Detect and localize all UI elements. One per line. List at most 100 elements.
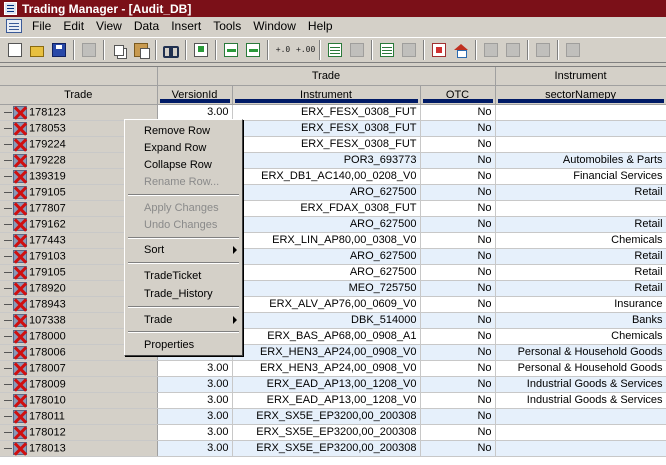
cell-instrument[interactable]: ARO_627500 — [232, 216, 421, 233]
cell-instrument[interactable]: ARO_627500 — [232, 184, 421, 201]
table-row[interactable]: 1780003.00ERX_BAS_AP68,00_0908_A1NoChemi… — [0, 328, 666, 345]
cell-instrument[interactable]: DBK_514000 — [232, 312, 421, 329]
cell-instrument[interactable]: ERX_FESX_0308_FUT — [232, 120, 421, 137]
export-button[interactable] — [190, 39, 212, 61]
cell-instrument[interactable]: POR3_693773 — [232, 152, 421, 169]
cell-instrument[interactable]: ARO_627500 — [232, 264, 421, 281]
cell-versionid[interactable]: 3.00 — [157, 440, 233, 457]
cell-sector[interactable]: Financial Services — [495, 168, 666, 185]
table-row[interactable]: 1791033.00ARO_627500NoRetail — [0, 248, 666, 265]
cell-otc[interactable]: No — [420, 216, 496, 233]
cell-otc[interactable]: No — [420, 200, 496, 217]
column-header-trade[interactable]: Trade — [0, 85, 158, 105]
cell-versionid[interactable]: 3.00 — [157, 104, 233, 121]
cell-sector[interactable] — [495, 136, 666, 153]
cell-instrument[interactable]: ERX_LIN_AP80,00_0308_V0 — [232, 232, 421, 249]
table-row[interactable]: 1789433.00ERX_ALV_AP76,00_0609_V0NoInsur… — [0, 296, 666, 313]
cell-versionid[interactable]: 3.00 — [157, 376, 233, 393]
table-row[interactable]: 178123 3.00 ERX_FESX_0308_FUT No — [0, 104, 666, 121]
menu-file[interactable]: File — [26, 17, 57, 35]
cell-otc[interactable]: No — [420, 120, 496, 137]
cell-otc[interactable]: No — [420, 280, 496, 297]
cell-sector[interactable] — [495, 104, 666, 121]
grid-remove-button[interactable] — [398, 39, 420, 61]
context-menu-collapse-row[interactable]: Collapse Row — [144, 157, 239, 173]
remove-decimal-button[interactable]: +.00 — [294, 39, 316, 61]
grid-button[interactable] — [324, 39, 346, 61]
find-button[interactable] — [160, 39, 182, 61]
table-row[interactable]: 1774433.00ERX_LIN_AP80,00_0308_V0NoChemi… — [0, 232, 666, 249]
cell-instrument[interactable]: ERX_FESX_0308_FUT — [232, 136, 421, 153]
disabled-tool-button[interactable] — [78, 39, 100, 61]
table-row[interactable]: 1791053.00ARO_627500NoRetail — [0, 264, 666, 281]
cell-instrument[interactable]: ERX_HEN3_AP24,00_0908_V0 — [232, 360, 421, 377]
copy-button[interactable] — [108, 39, 130, 61]
cell-sector[interactable]: Retail — [495, 216, 666, 233]
cell-instrument[interactable]: ERX_FESX_0308_FUT — [232, 104, 421, 121]
table-row[interactable]: 1778073.00ERX_FDAX_0308_FUTNo — [0, 200, 666, 217]
column-header-instrument[interactable]: Instrument — [232, 85, 421, 105]
cell-sector[interactable]: Retail — [495, 264, 666, 281]
cell-instrument[interactable]: ERX_FDAX_0308_FUT — [232, 200, 421, 217]
table-row[interactable]: 1780063.00ERX_HEN3_AP24,00_0908_V0NoPers… — [0, 344, 666, 361]
cell-sector[interactable]: Industrial Goods & Services — [495, 376, 666, 393]
cell-trade[interactable]: 178012 — [0, 424, 158, 441]
cell-trade[interactable]: 178007 — [0, 360, 158, 377]
cell-otc[interactable]: No — [420, 264, 496, 281]
disabled-tool-button[interactable] — [532, 39, 554, 61]
context-menu-properties[interactable]: Properties — [144, 337, 239, 353]
cell-otc[interactable]: No — [420, 376, 496, 393]
disabled-tool-button[interactable] — [562, 39, 584, 61]
cell-trade[interactable]: 178010 — [0, 392, 158, 409]
cell-sector[interactable] — [495, 440, 666, 457]
menu-help[interactable]: Help — [302, 17, 339, 35]
column-header-sector[interactable]: sectorNamepy — [495, 85, 666, 105]
cell-instrument[interactable]: MEO_725750 — [232, 280, 421, 297]
table-row[interactable]: 1791053.00ARO_627500NoRetail — [0, 184, 666, 201]
cell-otc[interactable]: No — [420, 168, 496, 185]
table-row[interactable]: 178013 3.00 ERX_SX5E_EP3200,00_200308 No — [0, 440, 666, 457]
cell-sector[interactable]: Retail — [495, 280, 666, 297]
cell-instrument[interactable]: ERX_BAS_AP68,00_0908_A1 — [232, 328, 421, 345]
context-menu-trade-ticket[interactable]: TradeTicket — [144, 268, 239, 284]
cell-otc[interactable]: No — [420, 232, 496, 249]
context-menu-rename-row[interactable]: Rename Row... — [144, 174, 239, 190]
cell-sector[interactable]: Banks — [495, 312, 666, 329]
cell-otc[interactable]: No — [420, 152, 496, 169]
cell-sector[interactable]: Retail — [495, 184, 666, 201]
cell-trade[interactable]: 178011 — [0, 408, 158, 425]
menu-tools[interactable]: Tools — [207, 17, 247, 35]
cell-otc[interactable]: No — [420, 360, 496, 377]
cell-sector[interactable] — [495, 424, 666, 441]
column-header-otc[interactable]: OTC — [420, 85, 496, 105]
cell-sector[interactable]: Insurance — [495, 296, 666, 313]
cell-instrument[interactable]: ERX_SX5E_EP3200,00_200308 — [232, 408, 421, 425]
table-row[interactable]: 1789203.00MEO_725750NoRetail — [0, 280, 666, 297]
context-menu-expand-row[interactable]: Expand Row — [144, 140, 239, 156]
cell-instrument[interactable]: ERX_SX5E_EP3200,00_200308 — [232, 440, 421, 457]
grid-disabled-button[interactable] — [346, 39, 368, 61]
disabled-tool-button[interactable] — [502, 39, 524, 61]
open-button[interactable] — [26, 39, 48, 61]
cell-sector[interactable]: Automobiles & Parts — [495, 152, 666, 169]
delete-button[interactable] — [428, 39, 450, 61]
grid-add-button[interactable] — [376, 39, 398, 61]
table-row[interactable]: 1393193.00ERX_DB1_AC140,00_0208_V0NoFina… — [0, 168, 666, 185]
table-row[interactable]: 178010 3.00 ERX_EAD_AP13,00_1208_V0 No Indus… — [0, 392, 666, 409]
add-decimal-button[interactable]: +.0 — [272, 39, 294, 61]
menu-view[interactable]: View — [90, 17, 128, 35]
table-row[interactable]: 1791623.00ARO_627500NoRetail — [0, 216, 666, 233]
table-row[interactable]: 178011 3.00 ERX_SX5E_EP3200,00_200308 No — [0, 408, 666, 425]
cell-instrument[interactable]: ERX_ALV_AP76,00_0609_V0 — [232, 296, 421, 313]
table-row[interactable]: 1792283.00POR3_693773NoAutomobiles & Par… — [0, 152, 666, 169]
cell-otc[interactable]: No — [420, 392, 496, 409]
document-grid-icon[interactable] — [6, 19, 22, 33]
context-menu-undo-changes[interactable]: Undo Changes — [144, 217, 239, 233]
cell-versionid[interactable]: 3.00 — [157, 392, 233, 409]
delete-row-button[interactable] — [242, 39, 264, 61]
cell-sector[interactable]: Chemicals — [495, 232, 666, 249]
context-menu-apply-changes[interactable]: Apply Changes — [144, 200, 239, 216]
cell-otc[interactable]: No — [420, 104, 496, 121]
cell-instrument[interactable]: ARO_627500 — [232, 248, 421, 265]
cell-versionid[interactable]: 3.00 — [157, 360, 233, 377]
